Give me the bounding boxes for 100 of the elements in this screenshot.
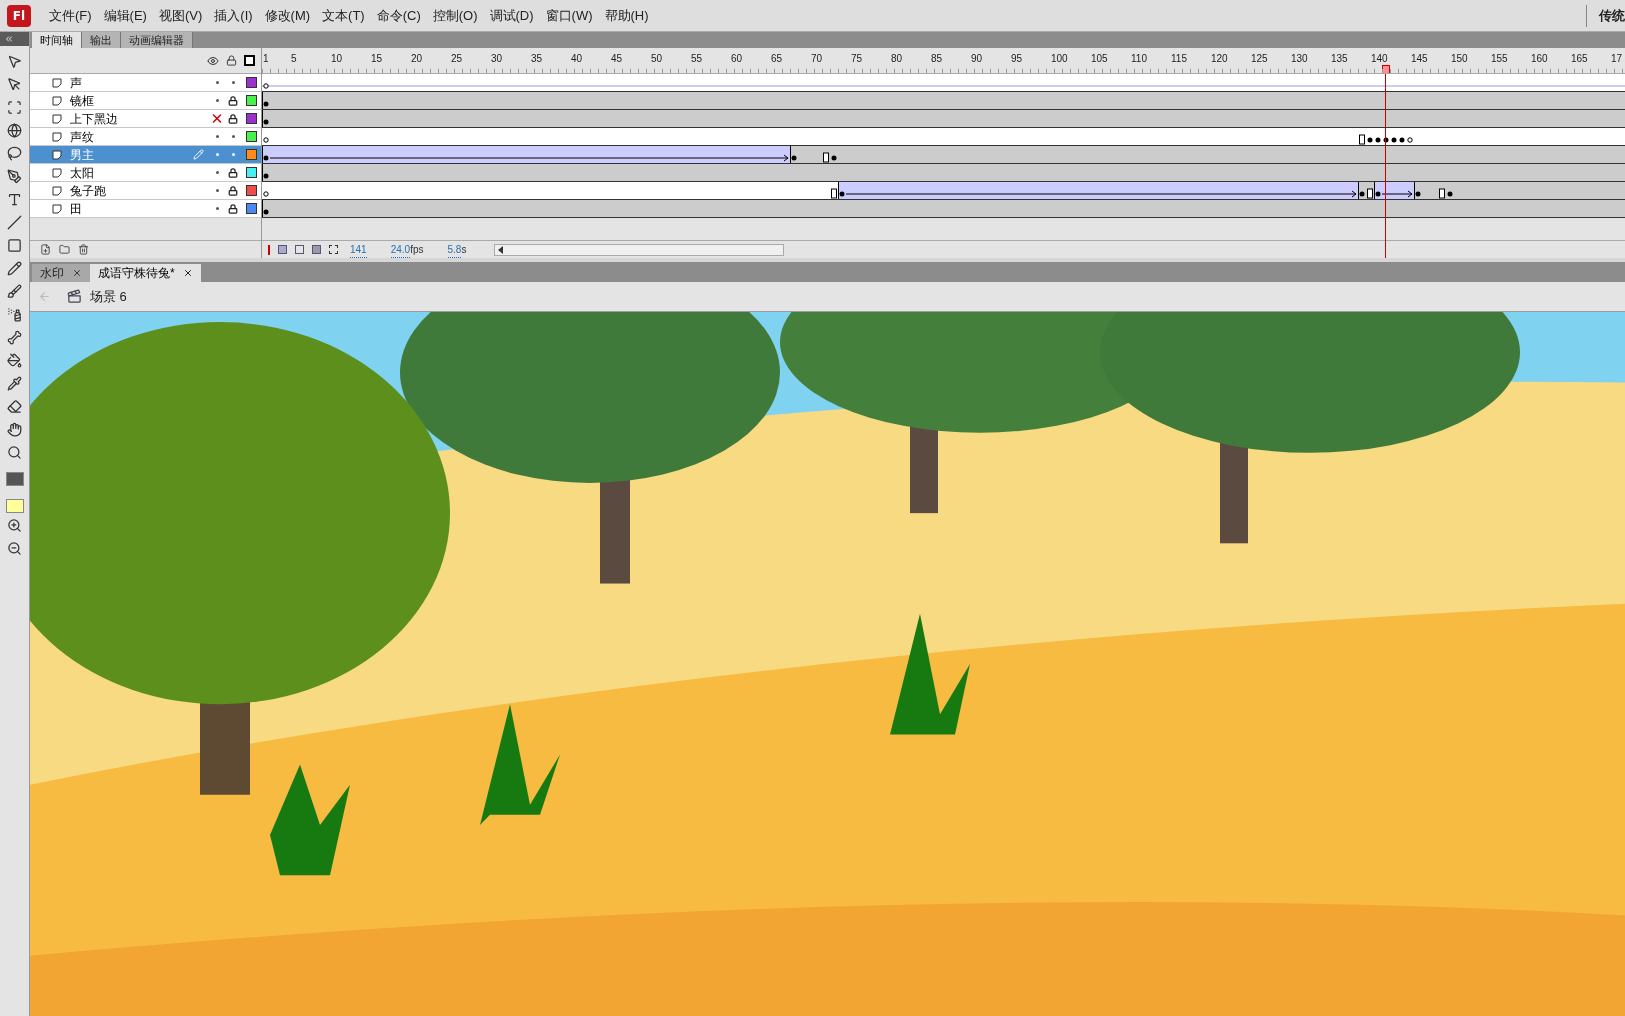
horizontal-scrollbar[interactable] [494,243,785,256]
frame-number: 125 [1251,53,1268,65]
frame-number: 95 [1011,53,1023,65]
onion-skin-icon[interactable] [278,245,287,254]
layer-row[interactable]: 声纹 [30,128,261,146]
menu-item[interactable]: 编辑(E) [97,4,153,27]
outline-icon[interactable] [244,55,255,66]
frame-number: 10 [331,53,343,65]
seconds-label: s [461,242,467,257]
document-tab[interactable]: 成语守株待兔* [90,264,201,282]
layer-name: 声纹 [70,128,95,146]
frame-number: 115 [1171,53,1187,65]
frame-number: 60 [731,53,743,65]
outline-color-swatch[interactable] [246,167,257,178]
outline-color-swatch[interactable] [246,185,257,196]
frame-number: 15 [371,53,383,65]
outline-color-swatch[interactable] [246,203,257,214]
onion-outline-icon[interactable] [295,245,304,254]
fill-color-swatch[interactable] [5,499,24,513]
layer-name: 田 [70,200,83,218]
menu-item[interactable]: 帮助(H) [598,4,655,27]
layer-icon [52,131,62,142]
frame-number: 65 [771,53,783,65]
stroke-color-swatch[interactable] [5,472,24,486]
frame-number: 105 [1091,53,1108,65]
edit-multiple-icon[interactable] [312,245,321,254]
frame-number: 150 [1451,53,1468,65]
lock-icon[interactable] [228,167,238,178]
fps-label: fps [410,242,424,257]
frame-number: 70 [811,53,823,65]
menu-item[interactable]: 文本(T) [316,4,371,27]
frame-number: 55 [691,53,703,65]
frame-number: 80 [891,53,903,65]
outline-color-swatch[interactable] [246,131,257,142]
eye-icon[interactable] [207,54,219,67]
lock-icon[interactable] [228,185,238,196]
frame-number: 75 [851,53,863,65]
frame-number: 90 [971,53,983,65]
frame-rate-field[interactable]: 24.0 [390,241,411,258]
lock-icon[interactable] [228,95,238,106]
outline-color-swatch[interactable] [246,149,257,160]
frame-number: 45 [611,53,623,65]
close-icon[interactable] [72,268,82,278]
layer-icon [52,77,62,88]
layer-name: 上下黑边 [70,110,119,128]
layer-row[interactable]: 田 [30,200,261,218]
menu-item[interactable]: 命令(C) [370,4,427,27]
layer-icon [52,149,62,160]
workspace-switcher[interactable]: 传统 [1586,4,1625,27]
new-folder-icon[interactable] [59,244,70,255]
menu-item[interactable]: 控制(O) [426,4,484,27]
layer-icon [52,203,62,214]
layer-row[interactable]: 声 [30,74,261,92]
frame-number: 130 [1291,53,1308,65]
close-icon[interactable] [182,268,193,278]
menu-item[interactable]: 视图(V) [152,4,209,27]
outline-color-swatch[interactable] [246,77,257,88]
menu-item[interactable]: 修改(M) [258,4,317,27]
layer-icon [52,167,62,178]
layer-name: 太阳 [70,164,95,182]
menu-item[interactable]: 调试(D) [483,4,540,27]
layer-row[interactable]: 上下黑边 [30,110,261,128]
frame-number: 140 [1371,53,1388,65]
new-layer-icon[interactable] [40,244,51,255]
layer-icon [52,185,62,196]
menu-item[interactable]: 插入(I) [208,4,259,27]
menu-item[interactable]: 窗口(W) [539,4,599,27]
lock-icon[interactable] [228,113,238,124]
panel-tab[interactable]: 动画编辑器 [121,32,193,48]
outline-color-swatch[interactable] [246,95,257,106]
layer-name: 声 [70,74,83,92]
frame-number: 1 [263,53,269,65]
frame-number: 85 [931,53,943,65]
layer-row[interactable]: 镜框 [30,92,261,110]
delete-icon[interactable] [78,244,89,255]
frame-number: 165 [1571,53,1588,65]
lock-icon[interactable] [226,55,237,66]
frame-number: 135 [1331,53,1348,65]
panel-tab[interactable]: 时间轴 [32,32,82,48]
current-frame-field[interactable]: 141 [350,241,367,258]
frame-number: 100 [1051,53,1068,65]
document-tab[interactable]: 水印 [32,264,90,282]
frame-number: 35 [531,53,543,65]
frame-number: 155 [1491,53,1508,65]
scroll-left-icon[interactable] [498,245,504,254]
frame-number: 110 [1131,53,1147,65]
layer-row[interactable]: 兔子跑 [30,182,261,200]
hidden-cross-icon[interactable] [210,111,224,126]
outline-color-swatch[interactable] [246,113,257,124]
frame-number: 160 [1531,53,1548,65]
lock-icon[interactable] [228,203,238,214]
layer-icon [52,113,62,124]
frame-number: 50 [651,53,663,65]
panel-tab[interactable]: 输出 [82,32,121,48]
menu-item[interactable]: 文件(F) [43,4,98,27]
elapsed-time-field[interactable]: 5.8 [447,241,462,258]
layer-row[interactable]: 太阳 [30,164,261,182]
onion-markers-icon[interactable] [329,245,338,254]
scene-name[interactable]: 场景 6 [90,286,127,307]
playhead-marker[interactable] [1382,65,1390,74]
